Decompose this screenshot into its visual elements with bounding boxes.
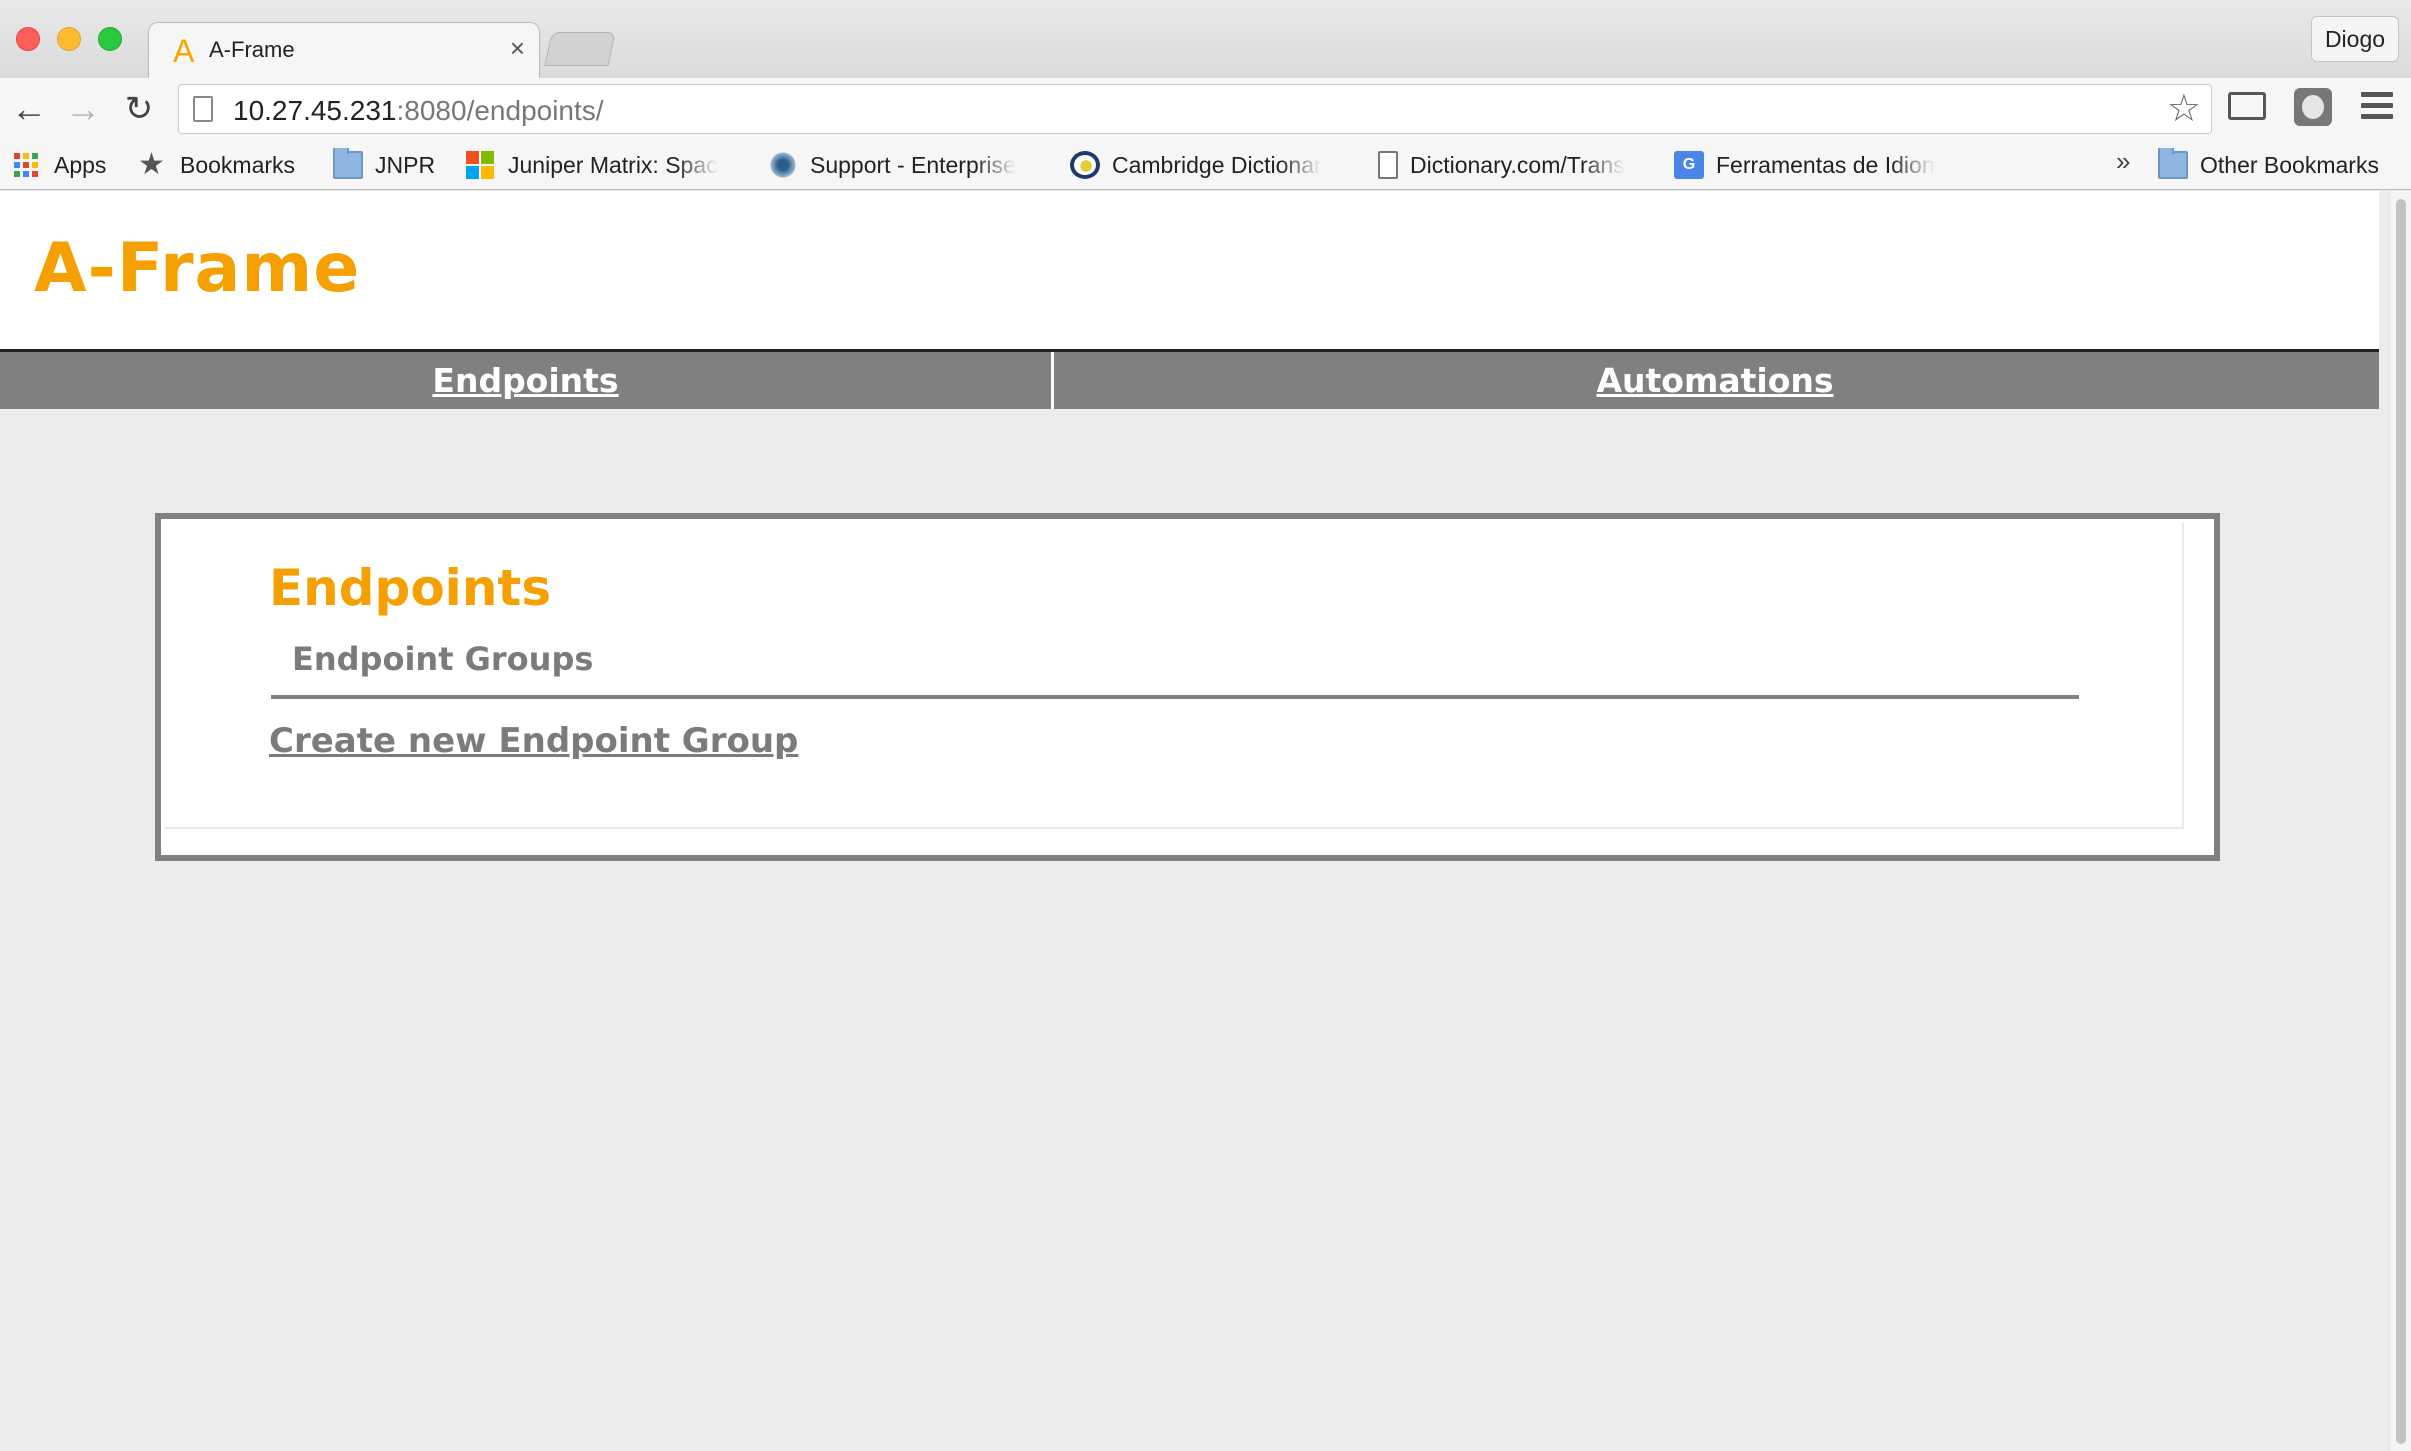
bookmark-support-enterprise[interactable]: Support - Enterprise [768, 148, 1040, 182]
extension-icon[interactable] [2294, 88, 2332, 126]
support-icon [768, 151, 798, 179]
new-tab-button[interactable] [544, 32, 616, 66]
bookmark-dictionary-com[interactable]: Dictionary.com/Trans [1378, 148, 1650, 182]
browser-titlebar: A A-Frame × Diogo [0, 0, 2411, 80]
panel-heading: Endpoints [269, 559, 552, 617]
endpoints-panel: Endpoints Endpoint Groups Create new End… [155, 513, 2220, 861]
endpoints-panel-body: Endpoints Endpoint Groups Create new End… [165, 523, 2184, 829]
endpoint-groups-heading: Endpoint Groups [292, 640, 594, 678]
bookmark-apps[interactable]: Apps [12, 148, 106, 182]
site-title: A-Frame [34, 229, 361, 308]
tab-title: A-Frame [209, 37, 295, 62]
tab-favicon-icon: A [173, 33, 195, 69]
bookmark-label: Other Bookmarks [2200, 151, 2379, 178]
bookmark-label: Juniper Matrix: Spac [508, 151, 718, 178]
browser-tab[interactable]: A A-Frame × [148, 22, 540, 80]
page-icon [193, 96, 213, 122]
bookmark-jnpr[interactable]: JNPR [333, 148, 435, 182]
google-translate-icon: G [1674, 151, 1704, 179]
page-scrollbar[interactable] [2389, 191, 2411, 1451]
forward-arrow-icon[interactable]: → [62, 88, 104, 130]
nav-link-automations[interactable]: Automations [1054, 352, 2376, 409]
tab-close-icon[interactable]: × [510, 33, 525, 63]
bookmark-ferramentas[interactable]: G Ferramentas de Idion [1674, 148, 1952, 182]
bookmark-label: Dictionary.com/Trans [1410, 151, 1625, 178]
page-header: A-Frame [0, 191, 2379, 351]
bookmark-other-bookmarks[interactable]: Other Bookmarks [2158, 148, 2379, 182]
cambridge-icon [1070, 151, 1100, 179]
microsoft-icon [466, 151, 496, 179]
page-viewport: A-Frame Endpoints Automations Endpoints … [0, 191, 2411, 1451]
address-path: :8080/endpoints/ [396, 95, 604, 126]
bookmark-label: Ferramentas de Idion [1716, 151, 1935, 178]
bookmark-label: JNPR [375, 151, 436, 178]
maximize-window-button[interactable] [98, 27, 122, 51]
bookmark-juniper-matrix[interactable]: Juniper Matrix: Spac [466, 148, 738, 182]
bookmark-label: Cambridge Dictionar [1112, 151, 1322, 178]
document-icon [1378, 151, 1398, 179]
star-icon: ★ [138, 148, 165, 181]
main-nav: Endpoints Automations [0, 349, 2379, 409]
folder-icon [333, 148, 363, 179]
bookmark-label: Support - Enterprise [810, 151, 1016, 178]
bookmark-cambridge-dictionary[interactable]: Cambridge Dictionar [1070, 148, 1340, 182]
bookmark-label: Apps [54, 151, 107, 178]
cast-icon[interactable] [2228, 92, 2266, 120]
address-host: 10.27.45.231 [233, 95, 397, 126]
bookmark-star-icon[interactable]: ☆ [2167, 89, 2201, 129]
address-url[interactable]: 10.27.45.231:8080/endpoints/ [233, 95, 604, 127]
minimize-window-button[interactable] [57, 27, 81, 51]
bookmarks-bar: Apps ★ Bookmarks JNPR Juniper Matrix: Sp… [0, 140, 2411, 190]
menu-icon[interactable] [2361, 92, 2393, 120]
browser-toolbar: ← → ↻ 10.27.45.231:8080/endpoints/ ☆ [0, 78, 2411, 140]
address-bar[interactable]: 10.27.45.231:8080/endpoints/ ☆ [178, 84, 2212, 134]
reload-icon[interactable]: ↻ [118, 88, 160, 130]
create-endpoint-group-link[interactable]: Create new Endpoint Group [269, 721, 798, 761]
more-bookmarks-chevron-icon[interactable]: » [2116, 146, 2130, 177]
profile-button[interactable]: Diogo [2311, 16, 2399, 62]
close-window-button[interactable] [16, 27, 40, 51]
section-divider [271, 695, 2079, 699]
bookmark-label: Bookmarks [180, 151, 296, 178]
scrollbar-thumb[interactable] [2396, 199, 2406, 1444]
bookmark-bookmarks[interactable]: ★ Bookmarks [138, 148, 295, 182]
apps-grid-icon [12, 151, 42, 179]
back-arrow-icon[interactable]: ← [8, 88, 50, 130]
nav-link-endpoints[interactable]: Endpoints [0, 352, 1054, 409]
folder-icon [2158, 148, 2188, 179]
